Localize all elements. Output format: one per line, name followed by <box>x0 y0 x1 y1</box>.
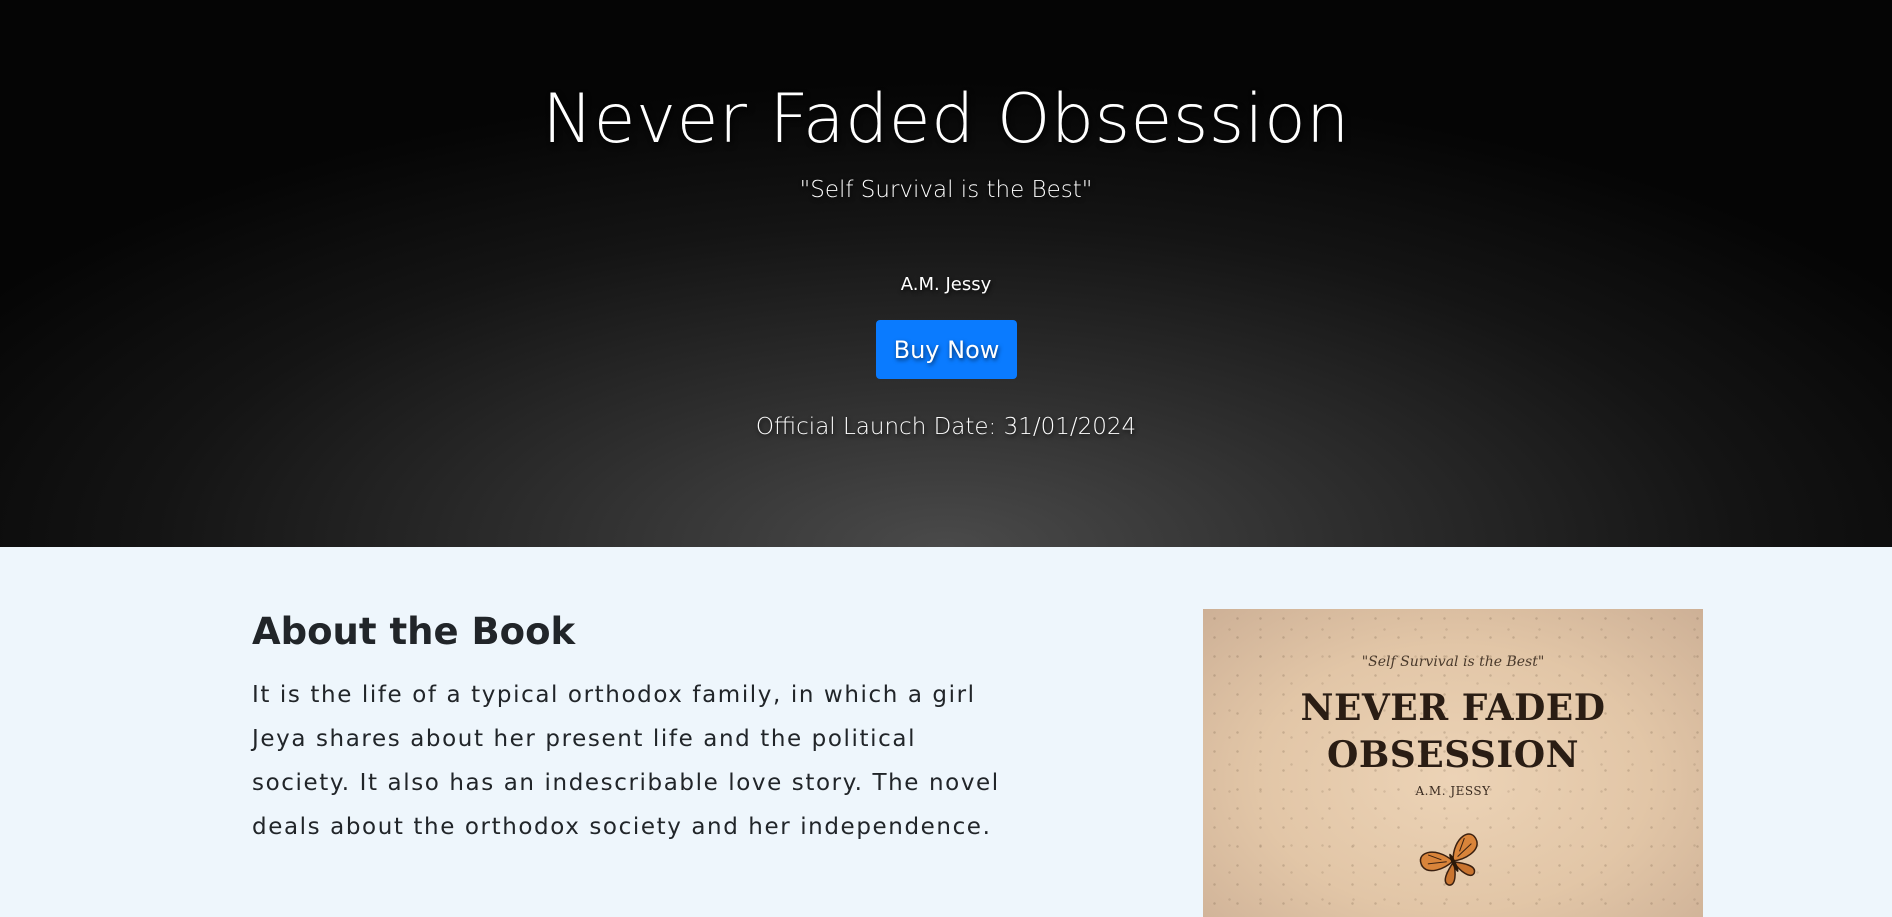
cover-title-line-1: NEVER FADED <box>1300 687 1606 729</box>
book-cover-image: "Self Survival is the Best" NEVER FADED … <box>1203 609 1703 917</box>
about-heading: About the Book <box>252 610 576 653</box>
cover-author: A.M. JESSY <box>1415 784 1491 798</box>
cover-title: NEVER FADED OBSESSION <box>1203 685 1703 779</box>
hero-section: Never Faded Obsession "Self Survival is … <box>0 0 1892 547</box>
hero-tagline: "Self Survival is the Best" <box>799 177 1093 203</box>
about-description: It is the life of a typical orthodox fam… <box>252 682 1000 840</box>
butterfly-icon <box>1419 833 1478 886</box>
cover-title-line-2: OBSESSION <box>1326 734 1580 776</box>
buy-now-button[interactable]: Buy Now <box>876 320 1017 379</box>
about-section: About the Book It is the life of a typic… <box>0 547 1892 917</box>
cover-tagline: "Self Survival is the Best" <box>1361 654 1545 670</box>
page-title: Never Faded Obsession <box>542 80 1350 159</box>
launch-date: Official Launch Date: 31/01/2024 <box>755 414 1137 440</box>
hero-author: A.M. Jessy <box>900 274 992 295</box>
